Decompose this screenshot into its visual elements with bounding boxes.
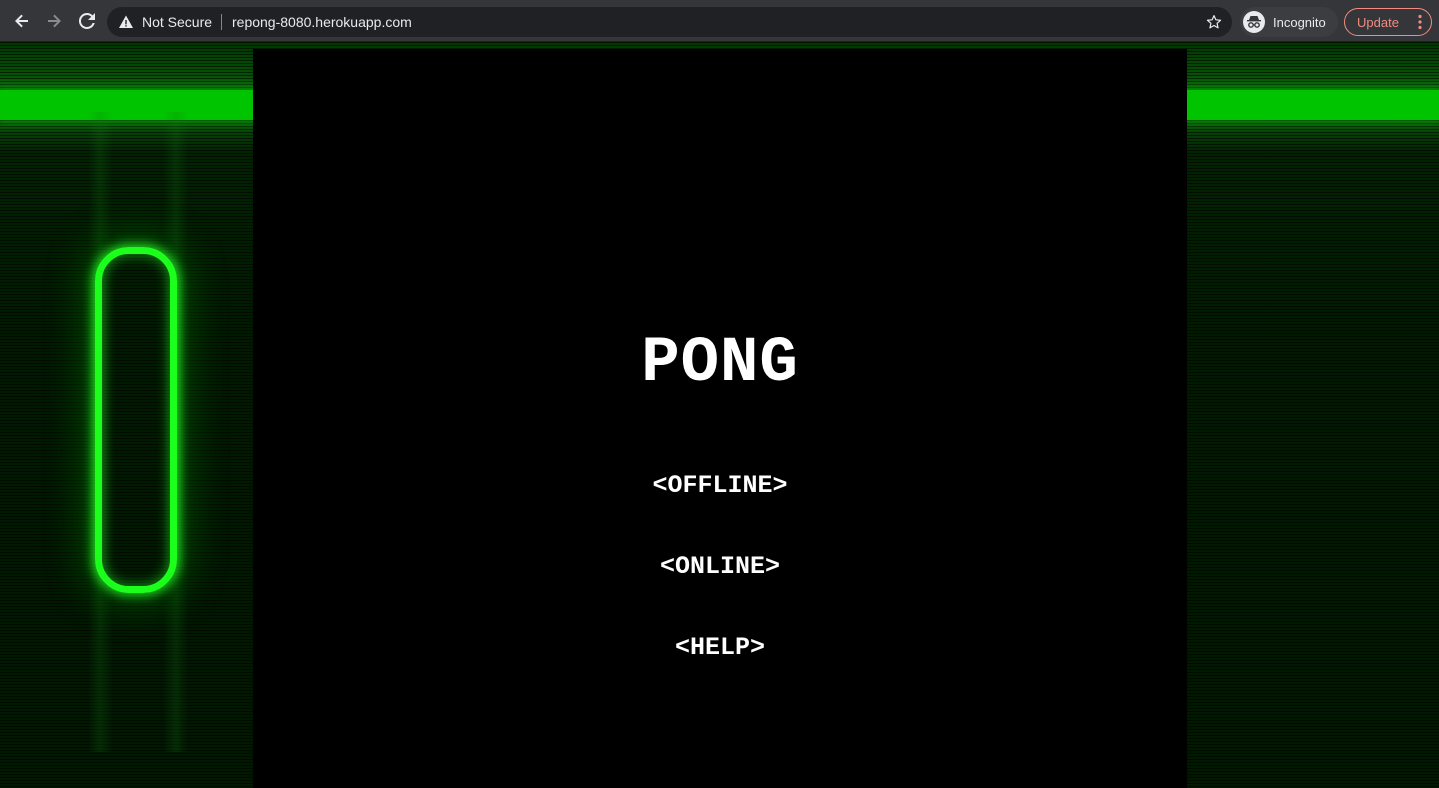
update-label: Update [1357,14,1399,30]
warning-icon[interactable] [118,14,134,30]
back-button[interactable] [10,9,34,33]
star-icon[interactable] [1205,13,1223,31]
security-status[interactable]: Not Secure [142,7,212,37]
forward-arrow-icon [48,14,61,28]
incognito-icon [1243,11,1265,33]
omnibox-divider [221,14,222,30]
reload-icon [79,13,95,29]
game-title: PONG [641,328,799,400]
menu-offline[interactable]: <OFFLINE> [253,470,1187,502]
kebab-menu-icon [1418,14,1422,30]
forward-button[interactable] [42,9,66,33]
back-arrow-icon [15,14,28,28]
url-text[interactable]: repong-8080.herokuapp.com [232,7,412,37]
game-screen[interactable]: PONG <OFFLINE> <ONLINE> <HELP> [253,49,1187,788]
menu-online[interactable]: <ONLINE> [253,551,1187,583]
neon-paddle [95,247,177,593]
update-button[interactable]: Update [1344,8,1432,36]
incognito-profile-button[interactable]: Incognito [1240,7,1338,37]
address-bar[interactable]: Not Secure repong-8080.herokuapp.com [107,7,1232,37]
browser-toolbar: Not Secure repong-8080.herokuapp.com Inc… [0,0,1439,42]
reload-button[interactable] [75,9,99,33]
menu-help[interactable]: <HELP> [253,632,1187,664]
page-background: PONG <OFFLINE> <ONLINE> <HELP> [0,42,1439,788]
incognito-label: Incognito [1273,14,1326,30]
